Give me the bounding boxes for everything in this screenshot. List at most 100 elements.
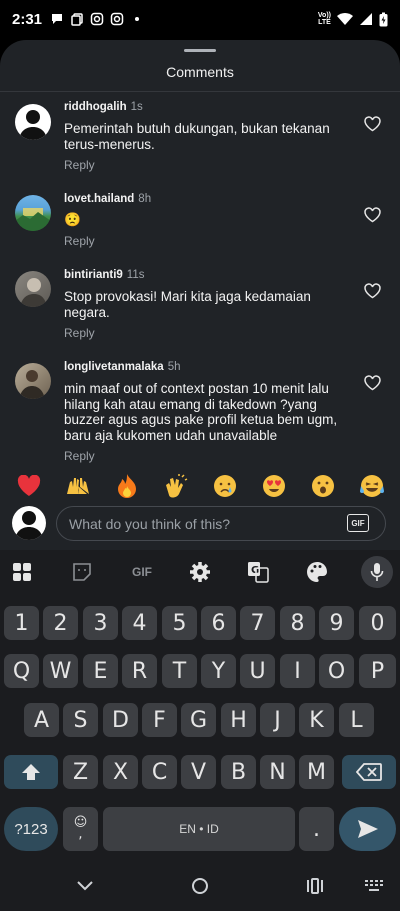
key-1[interactable]: 1	[4, 606, 39, 640]
system-status-icons: Vo)) LTE	[318, 12, 388, 27]
back-chevron-icon[interactable]	[73, 875, 97, 897]
key-g[interactable]: G	[181, 703, 216, 737]
key-7[interactable]: 7	[240, 606, 275, 640]
key-q[interactable]: Q	[4, 654, 39, 688]
settings-gear-icon[interactable]	[188, 560, 212, 584]
sheet-title: Comments	[166, 64, 234, 80]
wifi-icon	[337, 13, 353, 25]
key-t[interactable]: T	[162, 654, 197, 688]
recents-icon[interactable]	[303, 875, 327, 897]
voice-input-button[interactable]	[361, 556, 393, 588]
battery-icon	[379, 12, 388, 26]
system-navigation-bar	[0, 861, 400, 911]
keyboard-switch-icon[interactable]	[362, 875, 386, 897]
copy-icon	[71, 13, 83, 26]
red-heart-emoji[interactable]	[16, 473, 42, 499]
comment-input[interactable]	[56, 506, 386, 541]
key-9[interactable]: 9	[319, 606, 354, 640]
heart-icon[interactable]	[364, 375, 381, 391]
comment-time: 5h	[167, 361, 181, 373]
heart-icon[interactable]	[364, 116, 381, 132]
symbols-key[interactable]: ?123	[4, 807, 58, 851]
key-3[interactable]: 3	[83, 606, 118, 640]
crying-face-emoji[interactable]	[212, 473, 238, 499]
key-x[interactable]: X	[103, 755, 138, 789]
reply-button[interactable]: Reply	[64, 234, 95, 248]
key-o[interactable]: O	[319, 654, 354, 688]
key-y[interactable]: Y	[201, 654, 236, 688]
heart-icon[interactable]	[364, 207, 381, 223]
key-6[interactable]: 6	[201, 606, 236, 640]
heart-eyes-emoji[interactable]	[261, 473, 287, 499]
comment-username[interactable]: lovet.hailand 8h	[64, 193, 151, 205]
fire-emoji[interactable]	[114, 473, 140, 499]
period-key[interactable]: .	[299, 807, 334, 851]
reply-button[interactable]: Reply	[64, 158, 95, 172]
send-key[interactable]	[339, 807, 396, 851]
raising-hands-emoji[interactable]	[65, 473, 91, 499]
reply-button[interactable]: Reply	[64, 449, 95, 463]
key-i[interactable]: I	[280, 654, 315, 688]
cellular-signal-icon	[360, 13, 372, 25]
key-a[interactable]: A	[24, 703, 59, 737]
shift-arrow-icon	[22, 764, 40, 780]
key-w[interactable]: W	[43, 654, 78, 688]
key-n[interactable]: N	[260, 755, 295, 789]
quick-reaction-bar	[0, 470, 400, 502]
avatar[interactable]	[15, 271, 51, 307]
status-bar: 2:31 Vo)) LTE	[0, 0, 400, 38]
comment-text: 😟	[64, 212, 81, 227]
key-f[interactable]: F	[142, 703, 177, 737]
key-k[interactable]: K	[299, 703, 334, 737]
comment-username[interactable]: bintirianti9 11s	[64, 269, 144, 281]
landscape-photo-icon	[15, 208, 51, 231]
divider	[0, 91, 400, 92]
key-h[interactable]: H	[221, 703, 256, 737]
key-d[interactable]: D	[103, 703, 138, 737]
reply-button[interactable]: Reply	[64, 326, 95, 340]
gif-button[interactable]: GIF	[347, 514, 369, 532]
gif-keyboard-button[interactable]: GIF	[128, 560, 156, 584]
key-p[interactable]: P	[359, 654, 396, 688]
comment-time: 1s	[130, 101, 143, 113]
tears-of-joy-emoji[interactable]	[359, 473, 385, 499]
open-mouth-emoji[interactable]	[310, 473, 336, 499]
sticker-icon[interactable]	[70, 560, 94, 584]
avatar[interactable]	[15, 195, 51, 231]
key-e[interactable]: E	[83, 654, 118, 688]
drag-handle[interactable]	[184, 49, 216, 52]
apps-grid-icon[interactable]	[10, 560, 34, 584]
space-bar[interactable]: EN • ID	[103, 807, 295, 851]
key-5[interactable]: 5	[162, 606, 197, 640]
key-m[interactable]: M	[299, 755, 334, 789]
key-2[interactable]: 2	[43, 606, 78, 640]
key-j[interactable]: J	[260, 703, 295, 737]
clapping-hands-emoji[interactable]	[163, 473, 189, 499]
key-c[interactable]: C	[142, 755, 177, 789]
key-8[interactable]: 8	[280, 606, 315, 640]
key-u[interactable]: U	[240, 654, 275, 688]
avatar[interactable]	[15, 363, 51, 399]
shift-key[interactable]	[4, 755, 58, 789]
backspace-key[interactable]	[342, 755, 396, 789]
comment-time: 8h	[138, 193, 152, 205]
notification-icons	[50, 12, 144, 26]
key-r[interactable]: R	[122, 654, 157, 688]
key-v[interactable]: V	[181, 755, 216, 789]
comment-text: Stop provokasi! Mari kita jaga kedamaian…	[64, 289, 311, 320]
heart-icon[interactable]	[364, 283, 381, 299]
emoji-comma-key[interactable]: ☺ ,	[63, 807, 98, 851]
key-z[interactable]: Z	[63, 755, 98, 789]
on-screen-keyboard: GIF G 1 2 3 4 5 6 7 8 9 0 Q W E R T Y U …	[0, 550, 400, 861]
key-b[interactable]: B	[221, 755, 256, 789]
avatar[interactable]	[15, 104, 51, 140]
theme-palette-icon[interactable]	[305, 560, 329, 584]
comment-username[interactable]: longlivetanmalaka 5h	[64, 361, 181, 373]
key-0[interactable]: 0	[359, 606, 396, 640]
key-s[interactable]: S	[63, 703, 98, 737]
key-l[interactable]: L	[339, 703, 374, 737]
translate-icon[interactable]: G	[246, 560, 270, 584]
key-4[interactable]: 4	[122, 606, 157, 640]
comment-username[interactable]: riddhogalih 1s	[64, 101, 143, 113]
home-circle-icon[interactable]	[188, 875, 212, 897]
